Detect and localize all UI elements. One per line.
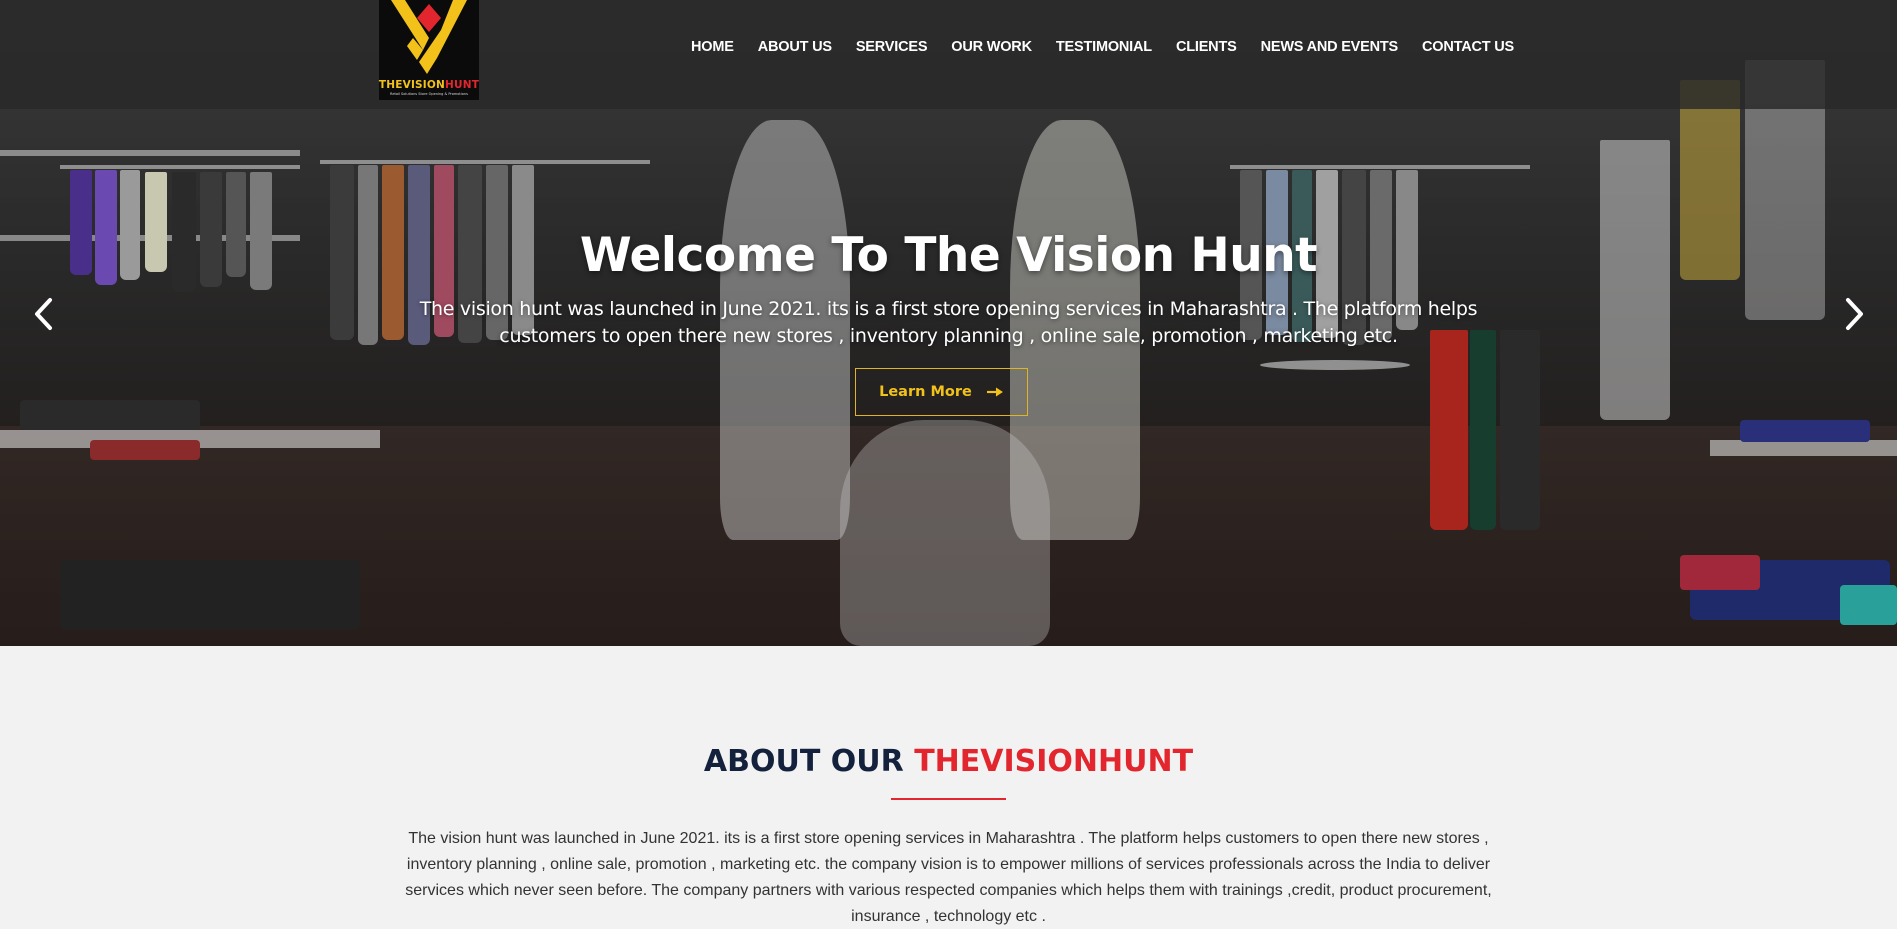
- top-navbar: THEVISIONHUNT Retail Solutions Store Ope…: [0, 0, 1897, 109]
- nav-item-contact-us[interactable]: CONTACT US: [1422, 39, 1514, 55]
- logo-tagline: Retail Solutions Store Opening & Promoti…: [390, 92, 468, 96]
- nav-item-services[interactable]: SERVICES: [856, 39, 928, 55]
- learn-more-button[interactable]: Learn More: [855, 368, 1028, 416]
- folded-clothes: [60, 560, 360, 630]
- nav-item-home[interactable]: HOME: [691, 39, 734, 55]
- nav-item-clients[interactable]: CLIENTS: [1176, 39, 1237, 55]
- about-heading-prefix: ABOUT OUR: [703, 744, 915, 779]
- garment: [1500, 330, 1540, 530]
- site-logo[interactable]: THEVISIONHUNT Retail Solutions Store Ope…: [379, 0, 479, 100]
- main-nav: HOME ABOUT US SERVICES OUR WORK TESTIMON…: [691, 39, 1514, 55]
- hero-subtitle: The vision hunt was launched in June 202…: [419, 298, 1478, 347]
- garment: [1430, 330, 1468, 530]
- chevron-right-icon: [1846, 298, 1863, 330]
- nav-item-our-work[interactable]: OUR WORK: [951, 39, 1032, 55]
- vision-hunt-diamond-logo-icon: [391, 0, 467, 74]
- learn-more-label: Learn More: [879, 384, 972, 400]
- nav-item-about-us[interactable]: ABOUT US: [758, 39, 832, 55]
- shelf: [0, 150, 300, 156]
- display-table: [1710, 440, 1897, 456]
- about-heading-brand: THEVISIONHUNT: [914, 744, 1194, 779]
- about-heading: ABOUT OUR THEVISIONHUNT: [0, 744, 1897, 779]
- folded-clothes: [90, 440, 200, 460]
- carousel-prev-button[interactable]: [28, 296, 58, 332]
- hero-title: Welcome To The Vision Hunt: [579, 228, 1318, 283]
- mannequin: [840, 420, 1050, 646]
- round-table: [1260, 360, 1410, 370]
- folded-clothes: [1840, 585, 1897, 625]
- long-arrow-right-icon: [986, 387, 1003, 397]
- heading-underline: [891, 798, 1006, 800]
- logo-word-hunt: HUNT: [445, 79, 480, 91]
- logo-word-vision: THEVISION: [378, 79, 446, 91]
- logo-wordmark: THEVISIONHUNT: [379, 79, 479, 91]
- about-paragraph: The vision hunt was launched in June 202…: [405, 830, 1492, 925]
- nav-item-testimonial[interactable]: TESTIMONIAL: [1056, 39, 1152, 55]
- garment: [1470, 330, 1496, 530]
- carousel-next-button[interactable]: [1840, 296, 1870, 332]
- folded-clothes: [20, 400, 200, 430]
- folded-clothes: [1680, 555, 1760, 590]
- chevron-left-icon: [35, 298, 52, 330]
- nav-item-news-and-events[interactable]: NEWS AND EVENTS: [1261, 39, 1399, 55]
- folded-clothes: [1740, 420, 1870, 442]
